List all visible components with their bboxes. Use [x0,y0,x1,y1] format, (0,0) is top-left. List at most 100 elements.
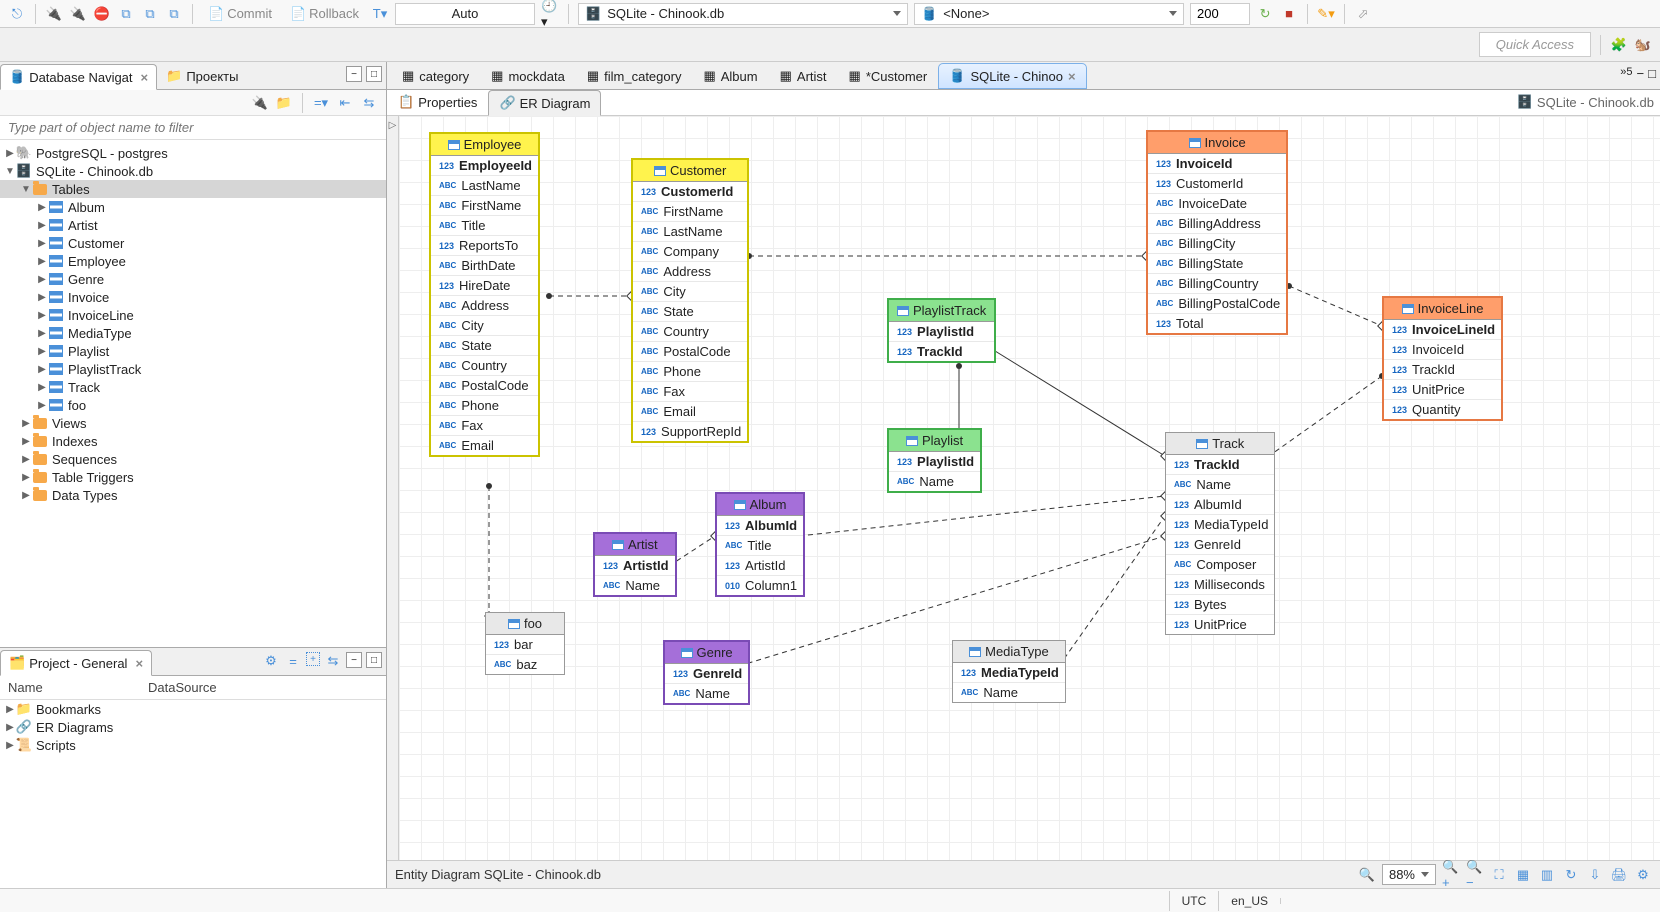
tab-database-navigator[interactable]: 🛢️ Database Navigat× [0,64,157,90]
entity-header[interactable]: Playlist [889,430,980,452]
tree-item[interactable]: ▶MediaType [0,324,386,342]
entity-column[interactable]: 123AlbumId [717,516,803,536]
entity-header[interactable]: Track [1166,433,1274,455]
equals-icon[interactable]: = [284,652,302,670]
entity-column[interactable]: 123Milliseconds [1166,575,1274,595]
minimize-icon[interactable]: − [1637,66,1645,81]
collapse-icon[interactable]: ⇤ [336,94,354,112]
entity-column[interactable]: ABCBillingAddress [1148,214,1286,234]
tree-item[interactable]: ▼🗄️SQLite - Chinook.db [0,162,386,180]
tab-project-general[interactable]: 🗂️ Project - General× [0,650,152,676]
link-editor-icon[interactable]: ⇆ [360,94,378,112]
maximize-icon[interactable]: □ [366,652,382,668]
entity-column[interactable]: 123InvoiceId [1384,340,1501,360]
status-tz[interactable]: UTC [1169,891,1219,911]
plug-disconnect-icon[interactable]: 🔌 [69,5,87,23]
entity-column[interactable]: 123InvoiceId [1148,154,1286,174]
fit-icon[interactable]: ⛶ [1490,866,1508,884]
plug-off-icon[interactable]: ⛔ [93,5,111,23]
entity-header[interactable]: Album [717,494,803,516]
entity-column[interactable]: 123PlaylistId [889,452,980,472]
zoom-in-icon[interactable]: 🔍+ [1442,866,1460,884]
entity-column[interactable]: 123TrackId [1166,455,1274,475]
quick-access-button[interactable]: Quick Access [1479,32,1591,57]
entity-column[interactable]: 123SupportRepId [633,422,747,441]
maximize-icon[interactable]: □ [366,66,382,82]
entity-column[interactable]: 123CustomerId [633,182,747,202]
entity-column[interactable]: ABCFirstName [431,196,538,216]
tree-item[interactable]: ▶Indexes [0,432,386,450]
entity-column[interactable]: ABCFax [633,382,747,402]
entity-header[interactable]: Genre [665,642,748,664]
entity-column[interactable]: ABCLastName [633,222,747,242]
tree-item[interactable]: ▶PlaylistTrack [0,360,386,378]
rollback-button[interactable]: 📄Rollback [284,4,365,24]
plug-connect-icon[interactable]: 🔌 [45,5,63,23]
tree-item[interactable]: ▶Genre [0,270,386,288]
entity-column[interactable]: 123CustomerId [1148,174,1286,194]
entity-column[interactable]: 123Bytes [1166,595,1274,615]
stop-icon[interactable]: ■ [1280,5,1298,23]
entity-column[interactable]: 123ArtistId [595,556,675,576]
commit-button[interactable]: 📄Commit [202,4,278,24]
entity-column[interactable]: 123PlaylistId [889,322,994,342]
print-icon[interactable]: 🖨 [1610,866,1628,884]
zoom-out-icon[interactable]: 🔍− [1466,866,1484,884]
search-icon[interactable]: 🔍 [1358,866,1376,884]
tab-properties[interactable]: 📋 Properties [387,89,488,115]
history-icon[interactable]: 🕘▾ [541,5,559,23]
project-item[interactable]: ▶🔗ER Diagrams [0,718,386,736]
entity-playlist[interactable]: Playlist123PlaylistIdABCName [887,428,982,493]
entity-column[interactable]: 123EmployeeId [431,156,538,176]
tree-item[interactable]: ▶Track [0,378,386,396]
entity-column[interactable]: 123Quantity [1384,400,1501,419]
editor-tab[interactable]: ▦film_category [576,63,693,89]
minimize-icon[interactable]: − [346,652,362,668]
tree-item[interactable]: ▶Playlist [0,342,386,360]
entity-employee[interactable]: Employee123EmployeeIdABCLastNameABCFirst… [429,132,540,457]
close-icon[interactable]: × [131,656,143,671]
entity-column[interactable]: 123GenreId [665,664,748,684]
rows-limit-input[interactable] [1190,3,1250,25]
sql-new-icon[interactable]: ⧉ [165,5,183,23]
refresh-icon[interactable]: ↻ [1562,866,1580,884]
minimize-icon[interactable]: − [346,66,362,82]
tree-item[interactable]: ▶🐘PostgreSQL - postgres [0,144,386,162]
entity-column[interactable]: ABCAddress [431,296,538,316]
entity-column[interactable]: ABCCity [431,316,538,336]
tx-mode-combo[interactable]: Auto [395,3,535,25]
tree-item[interactable]: ▶Views [0,414,386,432]
entity-column[interactable]: ABCName [953,683,1065,702]
entity-column[interactable]: ABCComposer [1166,555,1274,575]
entity-artist[interactable]: Artist123ArtistIdABCName [593,532,677,597]
tree-item[interactable]: ▶foo [0,396,386,414]
tree-item[interactable]: ▶Table Triggers [0,468,386,486]
link-icon[interactable]: ⬀ [1354,5,1372,23]
entity-column[interactable]: 123ArtistId [717,556,803,576]
entity-genre[interactable]: Genre123GenreIdABCName [663,640,750,705]
tree-item[interactable]: ▶Sequences [0,450,386,468]
tx-mode-icon[interactable]: T▾ [371,5,389,23]
entity-header[interactable]: foo [486,613,564,635]
filter-input[interactable] [0,116,386,140]
tree-item[interactable]: ▶Invoice [0,288,386,306]
entity-column[interactable]: ABCLastName [431,176,538,196]
entity-column[interactable]: ABCState [633,302,747,322]
new-folder-icon[interactable]: 📁 [275,94,293,112]
col-name[interactable]: Name [0,676,140,699]
editor-tab[interactable]: ▦Artist [769,63,838,89]
entity-column[interactable]: ABCBillingState [1148,254,1286,274]
entity-column[interactable]: ABCName [595,576,675,595]
entity-column[interactable]: ABCPhone [633,362,747,382]
entity-column[interactable]: 010Column1 [717,576,803,595]
layout-icon[interactable]: ▥ [1538,866,1556,884]
entity-column[interactable]: 123GenreId [1166,535,1274,555]
entity-column[interactable]: ABCCompany [633,242,747,262]
entity-header[interactable]: MediaType [953,641,1065,663]
entity-header[interactable]: Customer [633,160,747,182]
entity-column[interactable]: ABCBillingCity [1148,234,1286,254]
entity-column[interactable]: 123Total [1148,314,1286,333]
entity-column[interactable]: ABCCountry [633,322,747,342]
gear-icon[interactable]: ⚙ [262,652,280,670]
tree-item[interactable]: ▼Tables [0,180,386,198]
